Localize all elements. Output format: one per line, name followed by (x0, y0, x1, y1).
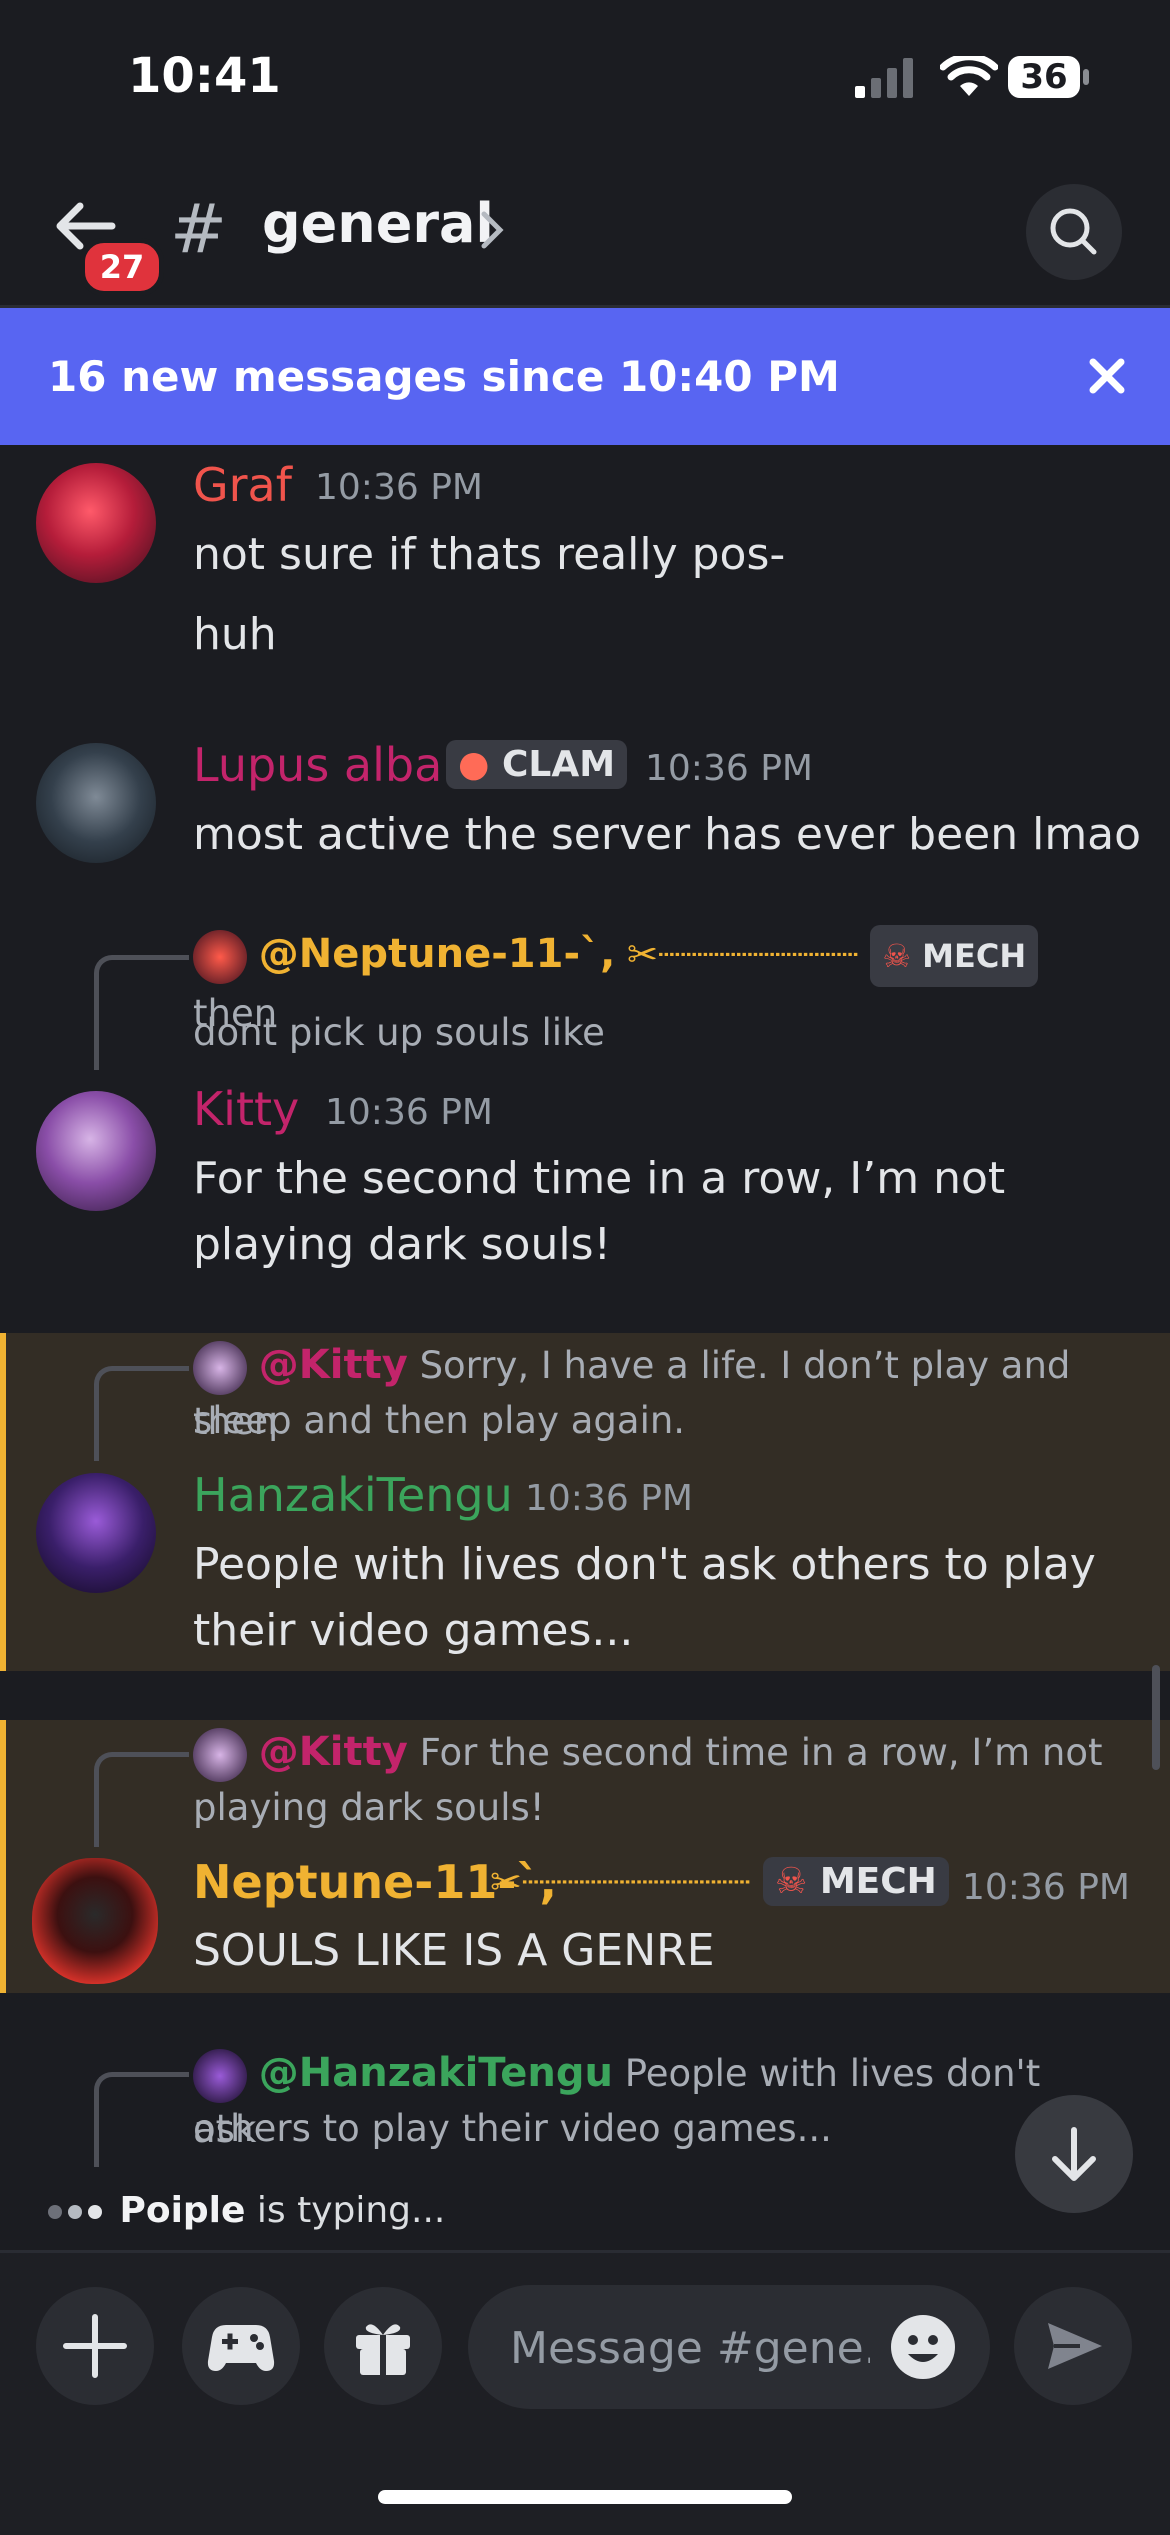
message-text: For the second time in a row, I’m not (193, 1153, 1006, 1204)
gamepad-icon (207, 2325, 275, 2371)
avatar[interactable] (36, 1473, 156, 1593)
send-icon (1048, 2323, 1102, 2369)
message-placeholder: Message #gene... (510, 2323, 870, 2374)
avatar[interactable] (36, 463, 156, 583)
message-text: not sure if thats really pos- (193, 529, 786, 580)
message-text: their video games... (193, 1605, 634, 1656)
search-icon (1050, 208, 1097, 255)
wifi-icon (940, 56, 998, 96)
activities-button[interactable] (182, 2287, 300, 2405)
message-text: most active the server has ever been lma… (193, 809, 1142, 860)
arrow-down-icon (1052, 2127, 1096, 2181)
typing-dot (48, 2205, 62, 2219)
cellular-signal-icon (855, 58, 913, 98)
reply-username: @Kitty (258, 1729, 408, 1775)
unread-badge: 27 (80, 238, 164, 296)
reply-preview[interactable]: @Kitty For the second time in a row, I’m… (193, 1725, 1133, 1782)
avatar[interactable] (32, 1858, 158, 1984)
message-text: People with lives don't ask others to pl… (193, 1539, 1096, 1590)
skull-icon: ☠ (775, 1861, 808, 1902)
username[interactable]: Lupus alba (193, 738, 442, 792)
message-text: huh (193, 609, 277, 660)
hashtag-icon: # (170, 190, 227, 269)
battery-icon: 36 (1008, 56, 1090, 98)
reply-preview-text: dont pick up souls like (193, 1011, 605, 1054)
message-input[interactable]: Message #gene... (468, 2285, 990, 2409)
username[interactable]: HanzakiTengu (193, 1468, 513, 1522)
reply-connector (94, 2072, 189, 2167)
username[interactable]: Graf (193, 458, 292, 512)
reply-username: @Neptune-11-`, (258, 931, 616, 977)
reply-avatar (193, 1340, 247, 1395)
timestamp: 10:36 PM (962, 1867, 1130, 1908)
typing-suffix: is typing... (245, 2190, 446, 2231)
battery-level: 36 (1020, 57, 1068, 97)
gift-button[interactable] (324, 2287, 442, 2405)
reply-username: @HanzakiTengu (258, 2050, 613, 2096)
reply-preview-text: others to play their video games... (193, 2107, 832, 2150)
add-attachment-button[interactable] (36, 2287, 154, 2405)
jump-to-present-button[interactable] (1015, 2095, 1133, 2213)
scissors-icon: ✂┈┈┈┈┈┈┈┈┈ (627, 933, 859, 976)
role-tag: ☠ MECH (870, 925, 1039, 987)
username[interactable]: Kitty (193, 1082, 299, 1136)
avatar[interactable] (36, 743, 156, 863)
reply-avatar (193, 2048, 247, 2103)
typing-user: Poiple (119, 2190, 246, 2231)
search-button[interactable] (1026, 184, 1122, 280)
timestamp: 10:36 PM (645, 748, 813, 789)
reply-preview-text: sleep and then play again. (193, 1399, 686, 1442)
reply-connector (94, 955, 189, 1070)
typing-indicator: Poiple is typing... (48, 2190, 445, 2231)
role-tag: ☠ MECH (763, 1857, 949, 1906)
timestamp: 10:36 PM (325, 1092, 493, 1133)
channel-title[interactable]: general (262, 192, 494, 255)
reply-avatar (193, 1727, 247, 1782)
fire-icon: ● (458, 744, 490, 785)
reply-connector (94, 1366, 189, 1461)
role-tag: ● CLAM (446, 740, 628, 789)
chevron-right-icon[interactable] (478, 210, 508, 250)
message-text: playing dark souls! (193, 1219, 612, 1270)
skull-icon: ☠ (882, 937, 911, 975)
status-time: 10:41 (128, 48, 281, 104)
reply-connector (94, 1752, 189, 1847)
new-messages-banner[interactable]: 16 new messages since 10:40 PM (0, 308, 1170, 445)
scrollbar[interactable] (1152, 1665, 1160, 1770)
scissors-icon: ✂┈┈┈┈┈┈┈┈┈┈ (490, 1860, 751, 1904)
plus-icon (63, 2314, 127, 2378)
timestamp: 10:36 PM (315, 467, 483, 508)
reply-username: @Kitty (258, 1342, 408, 1388)
close-icon[interactable] (1087, 356, 1127, 396)
typing-dot (88, 2205, 102, 2219)
home-indicator (378, 2490, 792, 2504)
send-button[interactable] (1014, 2287, 1132, 2405)
gift-icon (356, 2324, 410, 2375)
channel-header: 27 # general (0, 150, 1170, 308)
reply-preview-text: playing dark souls! (193, 1786, 545, 1829)
emoji-icon[interactable] (888, 2312, 958, 2382)
banner-text: 16 new messages since 10:40 PM (48, 352, 840, 401)
avatar[interactable] (36, 1091, 156, 1211)
message-text: SOULS LIKE IS A GENRE (193, 1925, 715, 1976)
typing-dot (68, 2205, 82, 2219)
timestamp: 10:36 PM (525, 1478, 693, 1519)
reply-avatar (193, 929, 247, 984)
